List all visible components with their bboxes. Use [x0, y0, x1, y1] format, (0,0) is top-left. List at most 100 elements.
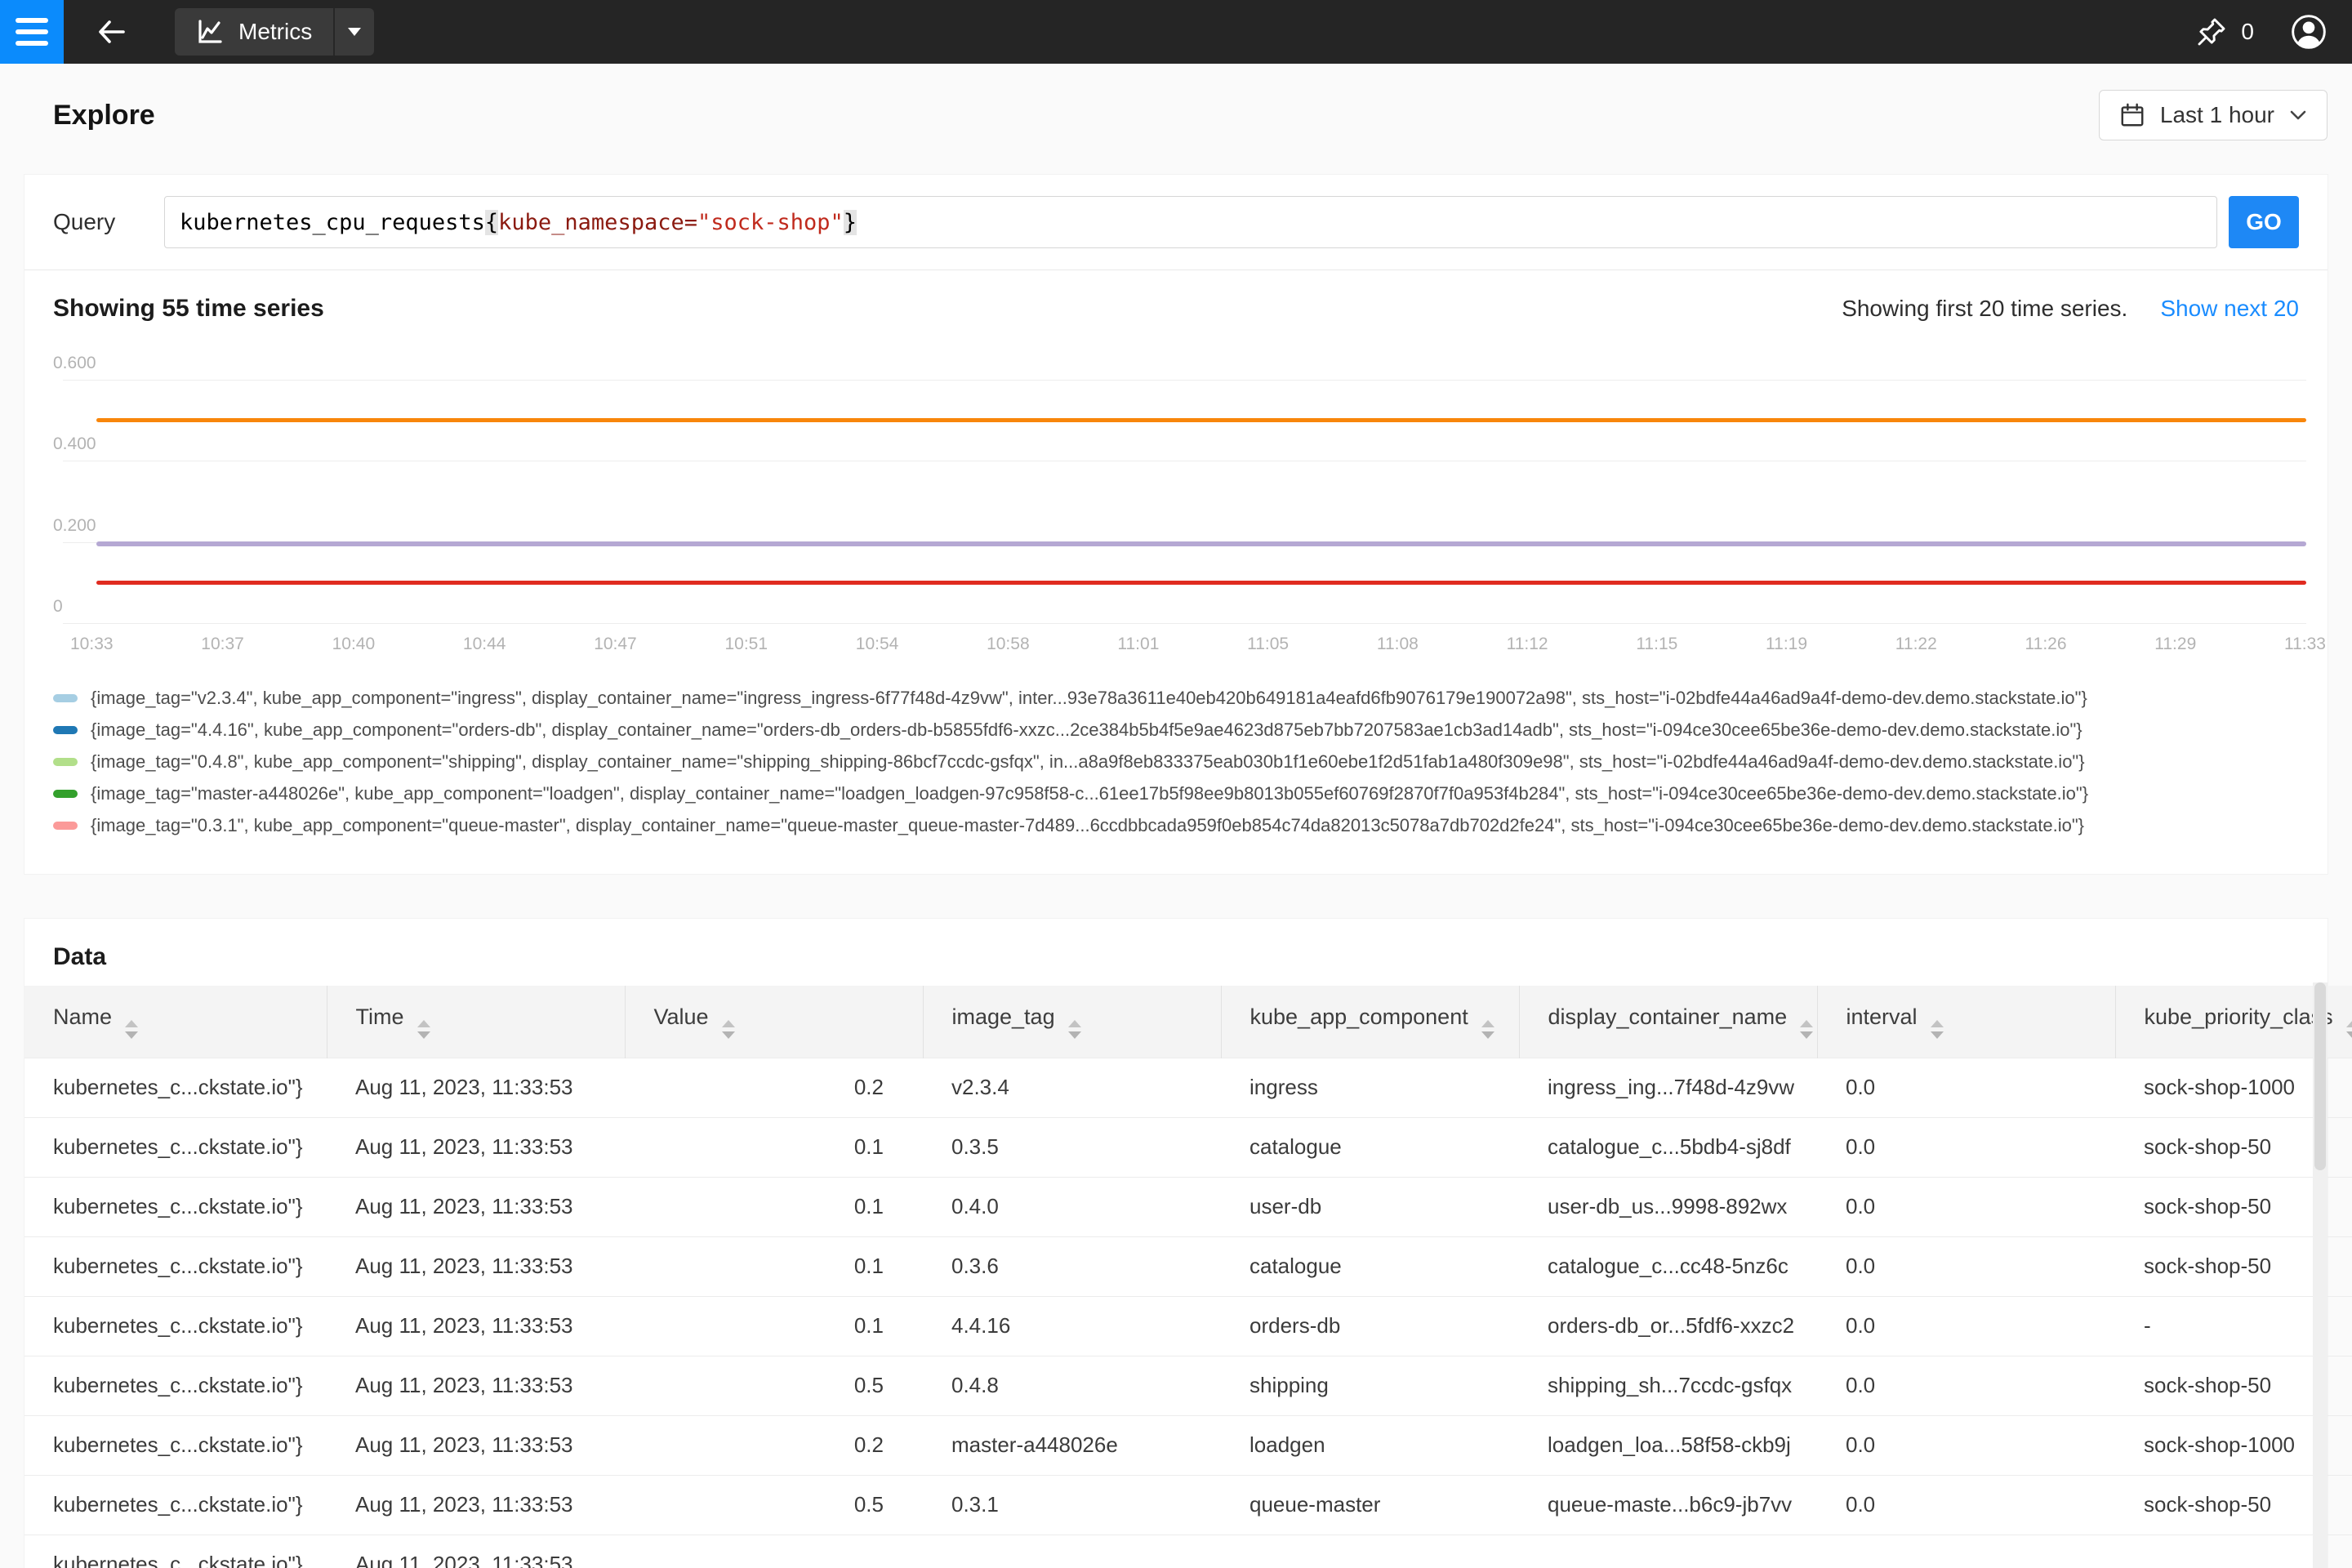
table-row: kubernetes_c...ckstate.io"}Aug 11, 2023,… — [24, 1177, 2352, 1236]
column-header-kube-app-component[interactable]: kube_app_component — [1221, 986, 1519, 1058]
sort-down-icon — [722, 1031, 735, 1039]
legend-item[interactable]: {image_tag="4.4.16", kube_app_component=… — [53, 714, 2299, 746]
table-header-row: Name Time Value image_tag kube_app_component… — [24, 986, 2352, 1058]
column-header-value[interactable]: Value — [625, 986, 923, 1058]
cell-time: Aug 11, 2023, 11:33:53 — [327, 1415, 625, 1475]
x-axis-tick-label: 11:12 — [1507, 635, 1548, 654]
cell-interval: 0.0 — [1817, 1356, 2115, 1415]
query-input[interactable]: kubernetes_cpu_requests{kube_namespace="… — [164, 196, 2217, 248]
legend-label: {image_tag="0.4.8", kube_app_component="… — [91, 751, 2085, 773]
x-axis-tick-label: 11:33 — [2284, 635, 2326, 654]
column-header-time[interactable]: Time — [327, 986, 625, 1058]
legend-item[interactable]: {image_tag="v2.3.4", kube_app_component=… — [53, 682, 2299, 714]
cell-name: kubernetes_c...ckstate.io"} — [24, 1356, 327, 1415]
calendar-icon — [2119, 102, 2145, 128]
table-scrollbar[interactable] — [2313, 982, 2328, 1568]
cell-time: Aug 11, 2023, 11:33:53 — [327, 1356, 625, 1415]
cell-time: Aug 11, 2023, 11:33:53 — [327, 1058, 625, 1117]
column-header-label: display_container_name — [1548, 1004, 1788, 1029]
sort-icon — [1931, 1020, 1944, 1039]
cell-time: Aug 11, 2023, 11:33:53 — [327, 1177, 625, 1236]
column-header-image-tag[interactable]: image_tag — [923, 986, 1221, 1058]
data-card: Data NameTimeValueimage_tagkube_app_comp… — [24, 919, 2328, 1568]
cell-time: Aug 11, 2023, 11:33:53 — [327, 1236, 625, 1296]
legend-label: {image_tag="master-a448026e", kube_app_c… — [91, 783, 2088, 804]
cell-display-container-name: ingress_ing...7f48d-4z9vw — [1519, 1058, 1817, 1117]
sort-icon — [417, 1020, 430, 1039]
sort-down-icon — [1931, 1031, 1944, 1039]
paging-note: Showing first 20 time series. — [1842, 296, 2127, 322]
column-header-display-container-name[interactable]: display_container_name — [1519, 986, 1817, 1058]
sort-icon — [1481, 1020, 1494, 1039]
sort-down-icon — [1068, 1031, 1081, 1039]
cell-kube-app-component: catalogue — [1221, 1117, 1519, 1177]
cell-kube-app-component: loadgen — [1221, 1415, 1519, 1475]
pin-button[interactable]: 0 — [2195, 16, 2254, 48]
column-header-label: image_tag — [952, 1004, 1055, 1029]
scrollbar-thumb[interactable] — [2314, 982, 2326, 1170]
legend-item[interactable]: {image_tag="0.3.1", kube_app_component="… — [53, 809, 2299, 841]
page-header: Explore Last 1 hour — [0, 64, 2352, 140]
cell-time: Aug 11, 2023, 11:33:53 — [327, 1535, 625, 1568]
cell-value: 0.1 — [625, 1117, 923, 1177]
data-table: Name Time Value image_tag kube_app_component… — [24, 986, 2352, 1568]
legend-label: {image_tag="v2.3.4", kube_app_component=… — [91, 688, 2087, 709]
cell-display-container-name: shipping_sh...7ccdc-gsfqx — [1519, 1356, 1817, 1415]
x-axis-tick-label: 11:26 — [2025, 635, 2067, 654]
x-axis-tick-label: 11:29 — [2154, 635, 2196, 654]
show-next-link[interactable]: Show next 20 — [2160, 296, 2299, 322]
sort-down-icon — [1800, 1031, 1813, 1039]
cell-kube-app-component: catalogue — [1221, 1236, 1519, 1296]
x-axis-tick-label: 10:40 — [332, 635, 376, 654]
cell-interval: 0.0 — [1817, 1117, 2115, 1177]
table-body: kubernetes_c...ckstate.io"}Aug 11, 2023,… — [24, 1058, 2352, 1568]
go-button[interactable]: GO — [2229, 196, 2299, 248]
cell-display-container-name: loadgen_loa...58f58-ckb9j — [1519, 1415, 1817, 1475]
query-row: Query kubernetes_cpu_requests{kube_names… — [24, 175, 2328, 270]
app-switcher-dropdown[interactable] — [335, 8, 374, 56]
chart: 0.6000.4000.200010:3310:3710:4010:4410:4… — [24, 347, 2328, 674]
query-label-selector: kube_namespace= — [498, 210, 697, 235]
line-chart-icon — [196, 18, 224, 46]
cell-image-tag: 0.4.8 — [923, 1356, 1221, 1415]
cell-value: 0.1 — [625, 1236, 923, 1296]
back-button[interactable] — [88, 9, 134, 55]
legend: {image_tag="v2.3.4", kube_app_component=… — [24, 674, 2328, 874]
legend-swatch — [53, 758, 78, 766]
sort-down-icon — [1481, 1031, 1494, 1039]
sort-up-icon — [1068, 1020, 1081, 1027]
cell-image-tag — [923, 1535, 1221, 1568]
metrics-button[interactable]: Metrics — [175, 8, 333, 56]
cell-name: kubernetes_c...ckstate.io"} — [24, 1236, 327, 1296]
time-range-selector[interactable]: Last 1 hour — [2099, 90, 2328, 140]
column-header-interval[interactable]: interval — [1817, 986, 2115, 1058]
column-header-label: Name — [53, 1004, 112, 1029]
column-header-label: kube_priority_class — [2145, 1004, 2333, 1029]
x-axis-tick-label: 10:33 — [70, 635, 114, 654]
cell-name: kubernetes_c...ckstate.io"} — [24, 1058, 327, 1117]
sort-icon — [722, 1020, 735, 1039]
menu-button[interactable] — [0, 0, 64, 64]
column-header-name[interactable]: Name — [24, 986, 327, 1058]
chart-series-line — [96, 581, 2306, 585]
table-row: kubernetes_c...ckstate.io"}Aug 11, 2023,… — [24, 1535, 2352, 1568]
legend-item[interactable]: {image_tag="master-a448026e", kube_app_c… — [53, 777, 2299, 809]
cell-kube-app-component: orders-db — [1221, 1296, 1519, 1356]
x-axis-tick-label: 11:15 — [1636, 635, 1677, 654]
query-label-value: "sock-shop" — [697, 210, 844, 235]
column-header-label: Time — [356, 1004, 404, 1029]
cell-interval — [1817, 1535, 2115, 1568]
user-menu-button[interactable] — [2290, 13, 2328, 51]
cell-value — [625, 1535, 923, 1568]
cell-value: 0.5 — [625, 1475, 923, 1535]
cell-image-tag: 0.3.1 — [923, 1475, 1221, 1535]
series-summary: Showing 55 time series — [53, 295, 324, 323]
cell-time: Aug 11, 2023, 11:33:53 — [327, 1117, 625, 1177]
time-range-label: Last 1 hour — [2160, 102, 2274, 128]
legend-item[interactable]: {image_tag="0.4.8", kube_app_component="… — [53, 746, 2299, 777]
series-header: Showing 55 time series Showing first 20 … — [24, 270, 2328, 323]
table-row: kubernetes_c...ckstate.io"}Aug 11, 2023,… — [24, 1475, 2352, 1535]
x-axis-tick-label: 10:51 — [724, 635, 768, 654]
cell-value: 0.1 — [625, 1296, 923, 1356]
cell-kube-app-component: user-db — [1221, 1177, 1519, 1236]
